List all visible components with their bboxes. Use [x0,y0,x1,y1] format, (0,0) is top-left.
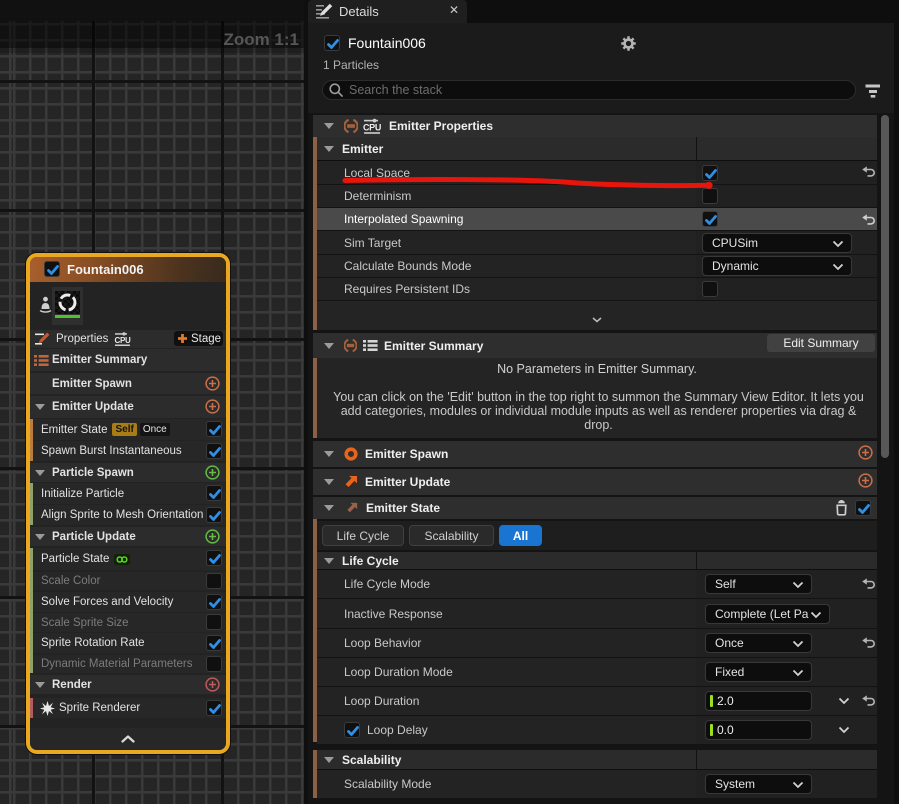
svg-text:CPU: CPU [363,122,381,132]
svg-text:CPU: CPU [115,336,132,345]
